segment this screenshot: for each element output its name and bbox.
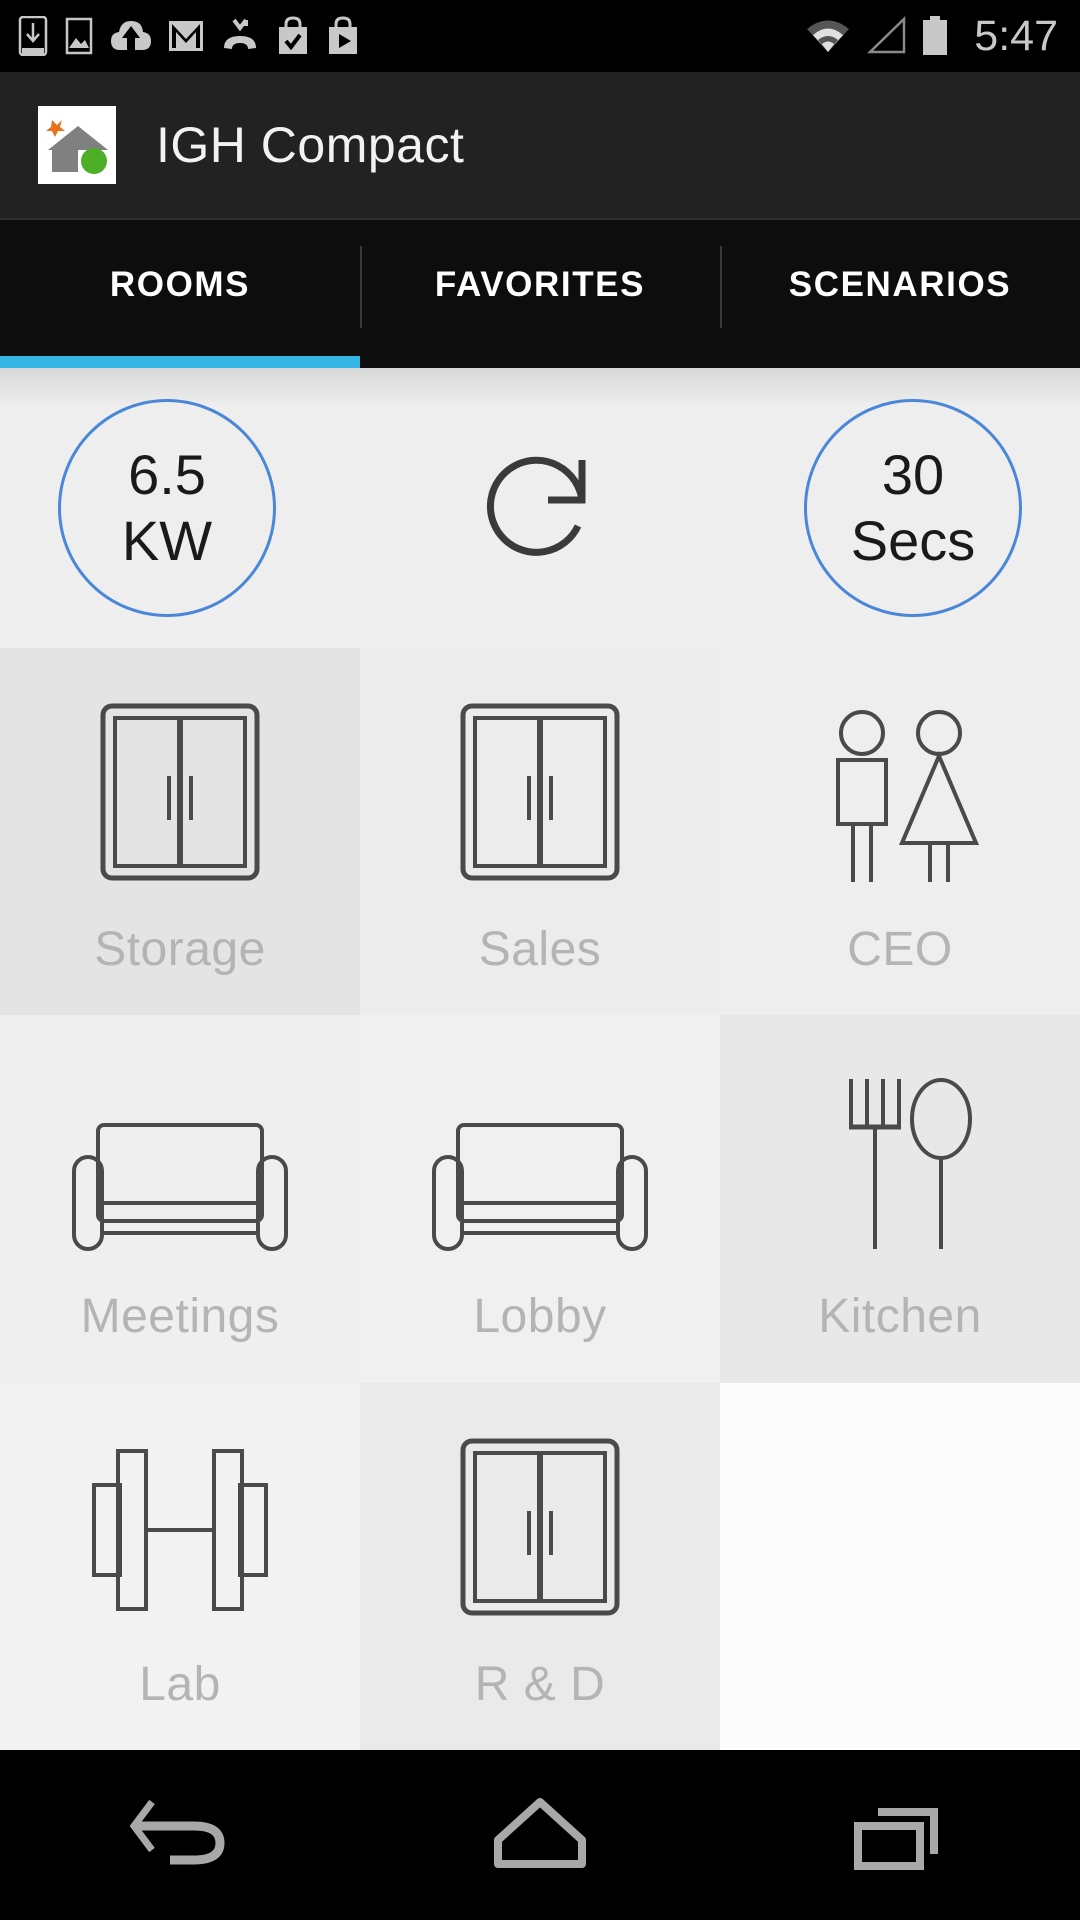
room-tile-label: Lobby (473, 1290, 607, 1344)
room-tile-label: Meetings (80, 1290, 280, 1344)
back-button[interactable] (80, 1750, 280, 1920)
home-button[interactable] (440, 1750, 640, 1920)
room-tile-lobby[interactable]: Lobby (360, 1015, 720, 1383)
app-title: IGH Compact (156, 117, 465, 173)
tab-rooms[interactable]: ROOMS (0, 220, 360, 368)
room-tile-sales[interactable]: Sales (360, 648, 720, 1016)
room-grid: Storage Sales CEO Meetings Lobby Kitchen… (0, 648, 1080, 1750)
shopping-bag-check-icon (279, 16, 307, 54)
wardrobe-icon (455, 686, 625, 886)
power-gauge[interactable]: 6.5 KW (58, 399, 276, 617)
room-tile-label: CEO (847, 923, 953, 977)
tab-favorites[interactable]: FAVORITES (360, 220, 720, 368)
status-bar-clock: 5:47 (974, 11, 1058, 60)
room-tile-label: R & D (474, 1657, 606, 1711)
igh-house-logo-icon (38, 106, 116, 184)
recents-icon (854, 1808, 938, 1870)
back-arrow-icon (129, 1799, 225, 1865)
battery-icon (923, 16, 948, 55)
interval-gauge-value: 30 (881, 442, 945, 506)
sofa-icon (70, 1053, 290, 1253)
tab-bar: ROOMS FAVORITES SCENARIOS (0, 220, 1080, 368)
power-gauge-value: 6.5 (128, 442, 206, 506)
room-tile-ceo[interactable]: CEO (720, 648, 1080, 1016)
status-bar: 5:47 (0, 0, 1080, 72)
interval-gauge-unit: Secs (850, 509, 976, 572)
room-tile-label: Kitchen (818, 1290, 982, 1344)
power-gauge-unit: KW (121, 509, 213, 572)
tab-rooms-label: ROOMS (109, 265, 251, 304)
play-store-bag-icon (329, 16, 357, 54)
cell-signal-icon (867, 16, 906, 54)
room-tile-label: Sales (478, 923, 602, 977)
photo-icon (65, 17, 93, 55)
cloud-upload-icon (111, 21, 151, 50)
system-navigation-bar (0, 1750, 1080, 1920)
gmail-icon (169, 21, 203, 51)
wifi-icon (807, 20, 850, 52)
power-summary-bar: 6.5 KW 30 Secs (0, 368, 1080, 648)
restroom-icon (800, 686, 1000, 886)
room-tile-label: Lab (139, 1657, 221, 1711)
room-tile-label: Storage (94, 923, 266, 977)
missed-call-icon (224, 18, 256, 49)
refresh-interval-gauge[interactable]: 30 Secs (804, 399, 1022, 617)
sofa-icon (430, 1053, 650, 1253)
wardrobe-icon (455, 1421, 625, 1621)
tab-scenarios[interactable]: SCENARIOS (720, 220, 1080, 368)
tab-scenarios-label: SCENARIOS (788, 265, 1012, 304)
wardrobe-icon (95, 686, 265, 886)
recents-button[interactable] (800, 1750, 1000, 1920)
room-tile-kitchen[interactable]: Kitchen (720, 1015, 1080, 1383)
cutlery-icon (815, 1053, 985, 1253)
app-bar: IGH Compact (0, 72, 1080, 220)
status-bar-system-icons: 5:47 (804, 12, 1058, 61)
room-tile-meetings[interactable]: Meetings (0, 1015, 360, 1383)
room-tile-lab[interactable]: Lab (0, 1382, 360, 1750)
refresh-button[interactable] (465, 433, 615, 583)
download-icon (18, 16, 48, 56)
dumbbell-icon (82, 1421, 278, 1621)
home-icon (494, 1798, 586, 1868)
room-tile-storage[interactable]: Storage (0, 648, 360, 1016)
tab-active-indicator (0, 356, 360, 368)
room-tile-empty (720, 1382, 1080, 1750)
room-tile-rnd[interactable]: R & D (360, 1382, 720, 1750)
refresh-icon (486, 456, 586, 556)
status-bar-notification-icons (18, 16, 804, 56)
tab-favorites-label: FAVORITES (434, 265, 646, 304)
